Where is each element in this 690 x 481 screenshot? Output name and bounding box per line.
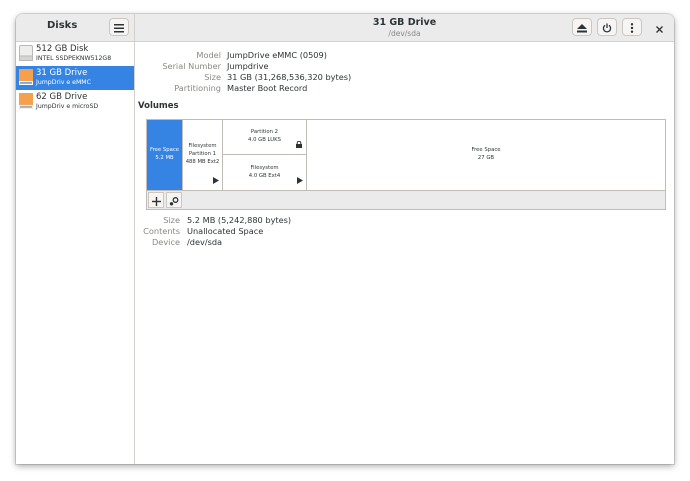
volume-filesystem-2[interactable]: Filesystem 4.0 GB Ext4 bbox=[223, 155, 307, 190]
volume-line: Free Space bbox=[471, 147, 501, 154]
volume-device-label: Device bbox=[151, 237, 180, 247]
volume-line: 4.0 GB LUKS bbox=[248, 137, 281, 143]
volume-size-value: 5.2 MB (5,242,880 bytes) bbox=[187, 215, 292, 225]
play-icon bbox=[213, 177, 219, 188]
play-icon bbox=[297, 177, 303, 188]
gears-icon bbox=[169, 191, 179, 210]
main-menu-button[interactable] bbox=[109, 18, 129, 36]
drive-list: 512 GB Disk INTEL SSDPEKNW512G8 31 GB Dr… bbox=[16, 42, 135, 464]
volume-line: Filesystem bbox=[188, 143, 217, 150]
drive-model: JumpDriv e eMMC bbox=[36, 79, 91, 86]
drive-model: INTEL SSDPEKNW512G8 bbox=[36, 55, 112, 62]
volume-size-label: Size bbox=[163, 215, 180, 225]
volume-line: Partition 2 bbox=[250, 129, 279, 136]
drive-name: 512 GB Disk bbox=[36, 44, 89, 54]
volume-line: Filesystem bbox=[250, 164, 279, 171]
volume-line: 27 GB bbox=[477, 155, 495, 161]
disks-window: Disks 31 GB Drive /dev/sda 512 GB Disk I… bbox=[16, 14, 674, 464]
serial-value: Jumpdrive bbox=[227, 61, 269, 71]
usb-drive-icon bbox=[19, 69, 33, 85]
volumes-title: Volumes bbox=[138, 101, 179, 111]
hard-disk-icon bbox=[19, 45, 33, 61]
power-icon bbox=[602, 18, 612, 37]
drive-name: 62 GB Drive bbox=[36, 92, 88, 102]
eject-icon bbox=[577, 18, 587, 37]
model-label: Model bbox=[196, 50, 221, 60]
volume-line: Partition 1 bbox=[188, 151, 217, 158]
partitioning-value: Master Boot Record bbox=[227, 83, 308, 93]
eject-button[interactable] bbox=[572, 18, 592, 36]
volume-toolbar bbox=[146, 191, 666, 210]
volume-free-space-1[interactable]: Free Space 5.2 MB bbox=[147, 120, 182, 190]
serial-label: Serial Number bbox=[162, 61, 221, 71]
drive-item-62gb[interactable]: 62 GB Drive JumpDriv e microSD bbox=[16, 90, 134, 114]
partitioning-label: Partitioning bbox=[174, 83, 221, 93]
model-value: JumpDrive eMMC (0509) bbox=[227, 50, 327, 60]
volume-line: 4.0 GB Ext4 bbox=[248, 172, 281, 179]
app-title: Disks bbox=[47, 20, 78, 31]
volume-line: 488 MB Ext2 bbox=[185, 158, 220, 165]
lock-icon bbox=[296, 141, 302, 152]
drive-model: JumpDriv e microSD bbox=[36, 103, 99, 110]
size-value: 31 GB (31,268,536,320 bytes) bbox=[227, 72, 352, 82]
volume-partition-2[interactable]: Partition 2 4.0 GB LUKS bbox=[223, 120, 307, 155]
drive-name: 31 GB Drive bbox=[36, 68, 88, 78]
close-button[interactable] bbox=[649, 18, 669, 36]
close-icon bbox=[655, 18, 663, 37]
more-vertical-icon bbox=[630, 18, 634, 37]
partition-options-button[interactable] bbox=[166, 192, 182, 208]
drive-menu-button[interactable] bbox=[622, 18, 642, 36]
drive-item-31gb[interactable]: 31 GB Drive JumpDriv e eMMC bbox=[16, 66, 134, 90]
volume-contents-label: Contents bbox=[143, 226, 180, 236]
volume-line: 5.2 MB bbox=[155, 155, 174, 161]
drive-title: 31 GB Drive bbox=[372, 17, 437, 28]
volumes-graph: Free Space 5.2 MB Filesystem Partition 1… bbox=[146, 119, 666, 191]
volume-device-value: /dev/sda bbox=[187, 237, 223, 247]
volume-contents-value: Unallocated Space bbox=[187, 226, 264, 236]
power-off-button[interactable] bbox=[597, 18, 617, 36]
drive-item-512gb[interactable]: 512 GB Disk INTEL SSDPEKNW512G8 bbox=[16, 42, 134, 66]
drive-details: Model JumpDrive eMMC (0509) Serial Numbe… bbox=[135, 42, 674, 464]
create-partition-button[interactable] bbox=[148, 192, 164, 208]
main-headerbar: 31 GB Drive /dev/sda bbox=[135, 14, 674, 42]
volume-partition-1[interactable]: Filesystem Partition 1 488 MB Ext2 bbox=[182, 120, 223, 190]
usb-drive-icon bbox=[18, 93, 34, 110]
volume-line: Free Space bbox=[149, 147, 180, 154]
hamburger-icon bbox=[114, 18, 124, 37]
drive-path: /dev/sda bbox=[388, 29, 421, 38]
volume-free-space-2[interactable]: Free Space 27 GB bbox=[307, 120, 665, 190]
plus-icon bbox=[151, 191, 161, 210]
sidebar-headerbar: Disks bbox=[16, 14, 135, 42]
size-label: Size bbox=[204, 72, 221, 82]
